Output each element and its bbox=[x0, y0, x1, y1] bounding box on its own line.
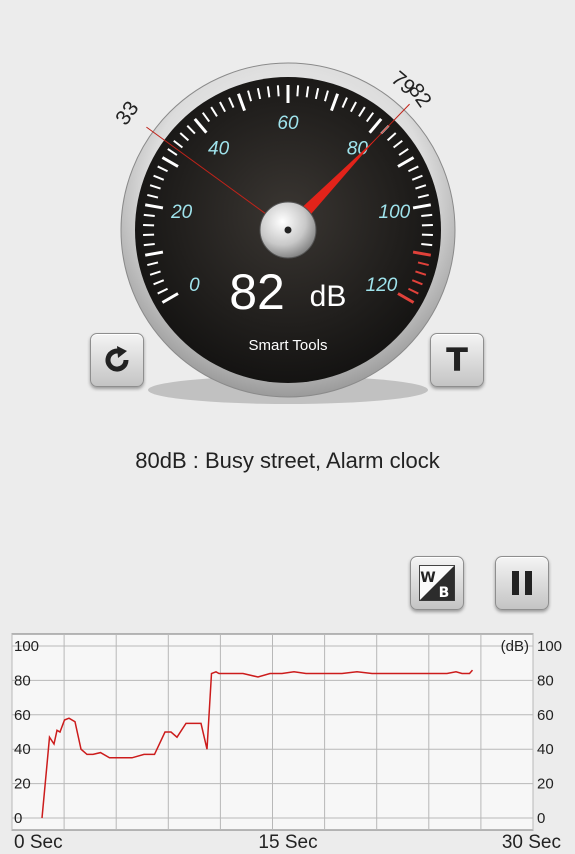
graph-y-tick-left: 40 bbox=[14, 741, 31, 758]
db-value: 82 bbox=[229, 264, 285, 320]
gauge-scale-label-120: 120 bbox=[366, 275, 398, 296]
reference-level-text: 80dB : Busy street, Alarm clock bbox=[135, 448, 440, 473]
graph-x-label: 30 Sec bbox=[502, 832, 561, 853]
gauge-tick bbox=[296, 85, 300, 97]
graph-y-tick-left: 20 bbox=[14, 776, 31, 793]
gauge-tick bbox=[143, 213, 155, 217]
graph-x-label: 0 Sec bbox=[14, 832, 63, 853]
gauge-scale-label-60: 60 bbox=[277, 113, 299, 134]
history-graph: 0 20 40 60 80 100 0 20 40 60 80 100 (dB) 0 Sec 15 S… bbox=[11, 633, 562, 853]
graph-x-axis: 0 Sec 15 Sec 30 Sec bbox=[14, 832, 561, 853]
graph-y-tick-left: 60 bbox=[14, 707, 31, 724]
gauge-tick bbox=[421, 213, 433, 217]
wb-label-b: B bbox=[439, 585, 450, 601]
gauge-tick bbox=[421, 243, 433, 247]
graph-y-tick-right: 40 bbox=[537, 741, 554, 758]
gauge-tick bbox=[276, 85, 280, 97]
graph-y-tick-right: 100 bbox=[537, 638, 562, 655]
graph-x-label: 15 Sec bbox=[258, 832, 317, 853]
wb-icon: W B bbox=[419, 565, 455, 601]
gauge-hub-pin bbox=[284, 226, 292, 234]
gauge-scale-label-100: 100 bbox=[379, 202, 411, 223]
brand-label: Smart Tools bbox=[249, 337, 328, 354]
white-black-toggle-button[interactable]: W B bbox=[410, 556, 464, 610]
graph-y-tick-left: 0 bbox=[14, 810, 22, 827]
pause-icon bbox=[508, 569, 536, 597]
gauge-scale-label-20: 20 bbox=[170, 202, 193, 223]
theme-button[interactable]: T bbox=[430, 333, 484, 387]
wb-label-w: W bbox=[420, 570, 435, 586]
graph-y-tick-right: 60 bbox=[537, 707, 554, 724]
graph-y-tick-left: 80 bbox=[14, 672, 31, 689]
min-marker-label: 33 bbox=[111, 97, 143, 129]
gauge-scale-label-0: 0 bbox=[189, 275, 200, 296]
theme-button-label: T bbox=[446, 341, 468, 379]
pause-button[interactable] bbox=[495, 556, 549, 610]
graph-y-tick-right: 80 bbox=[537, 672, 554, 689]
graph-unit-label: (dB) bbox=[501, 638, 529, 655]
refresh-icon bbox=[100, 343, 134, 377]
sound-meter-gauge: 020406080100120 33 79 82 82 dB Smart Too… bbox=[111, 62, 456, 404]
db-unit: dB bbox=[310, 280, 347, 313]
graph-y-axis-right: 0 20 40 60 80 100 bbox=[537, 638, 562, 827]
graph-y-tick-right: 20 bbox=[537, 776, 554, 793]
gauge-scale-label-40: 40 bbox=[208, 138, 230, 159]
graph-y-tick-left: 100 bbox=[14, 638, 39, 655]
gauge-tick bbox=[143, 243, 155, 247]
reset-button[interactable] bbox=[90, 333, 144, 387]
graph-y-tick-right: 0 bbox=[537, 810, 545, 827]
